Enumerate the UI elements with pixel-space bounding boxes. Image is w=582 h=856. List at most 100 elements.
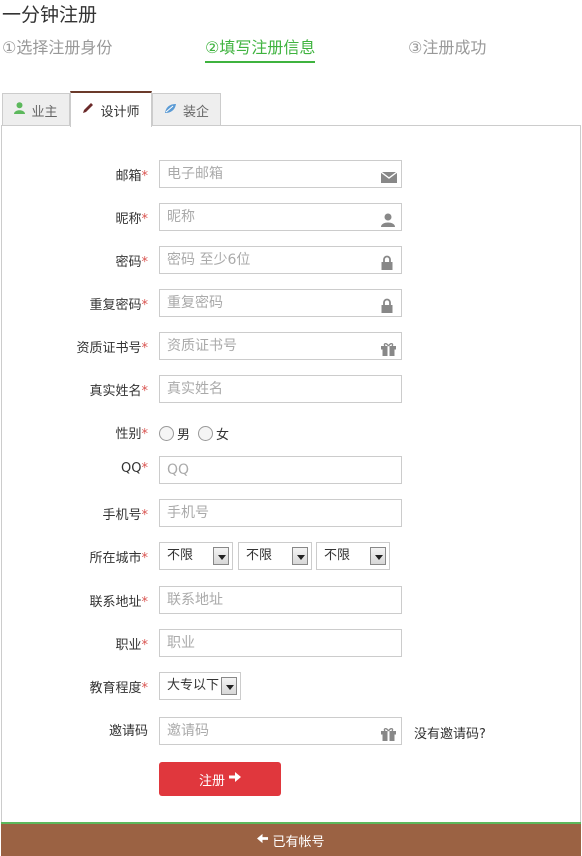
tab-company-label: 装企	[182, 104, 209, 120]
lock-icon	[381, 296, 397, 313]
password-input[interactable]: 密码 至少6位	[159, 246, 402, 274]
address-placeholder: 联系地址	[167, 592, 223, 608]
arrow-right-icon	[229, 771, 241, 787]
required-mark: *	[141, 255, 149, 270]
step-3: ③注册成功	[408, 38, 487, 57]
required-mark: *	[141, 595, 149, 610]
row-education: 教育程度* 大专以下	[2, 672, 582, 702]
nickname-input[interactable]: 昵称	[159, 203, 402, 231]
invite-placeholder: 邀请码	[167, 723, 209, 739]
chevron-down-icon	[370, 547, 386, 565]
address-label: 联系地址	[89, 595, 142, 610]
row-repeat-password: 重复密码* 重复密码	[2, 289, 582, 319]
certificate-input[interactable]: 资质证书号	[159, 332, 402, 360]
step-2-active: ②填写注册信息	[205, 34, 316, 63]
gender-male-label: 男	[177, 428, 191, 443]
register-button[interactable]: 注册	[159, 762, 281, 796]
password-placeholder: 密码 至少6位	[167, 252, 251, 268]
education-label: 教育程度	[89, 681, 142, 696]
gender-radio-group: 男 女	[159, 424, 237, 443]
email-input[interactable]: 电子邮箱	[159, 160, 402, 188]
required-mark: *	[141, 461, 149, 476]
qq-input[interactable]: QQ	[159, 456, 402, 484]
nickname-placeholder: 昵称	[167, 209, 195, 225]
page-title: 一分钟注册	[2, 4, 98, 26]
user-icon	[381, 210, 397, 227]
gender-female-label: 女	[216, 428, 230, 443]
gender-option-female[interactable]: 女	[198, 424, 229, 443]
tab-company[interactable]: 装企	[152, 93, 221, 126]
job-input[interactable]: 职业	[159, 629, 402, 657]
qq-placeholder: QQ	[167, 462, 190, 478]
province-select[interactable]: 不限	[159, 542, 233, 570]
password-label: 密码	[115, 255, 142, 270]
envelope-icon	[380, 167, 398, 183]
city-label: 所在城市	[89, 551, 142, 566]
real-name-placeholder: 真实姓名	[167, 381, 223, 397]
tab-designer[interactable]: 设计师	[70, 91, 152, 127]
tab-owner[interactable]: 业主	[2, 93, 70, 126]
tab-owner-label: 业主	[31, 104, 58, 120]
province-select-value: 不限	[167, 548, 194, 563]
qq-label: QQ	[121, 461, 142, 476]
certificate-placeholder: 资质证书号	[167, 338, 237, 354]
job-placeholder: 职业	[167, 635, 195, 651]
row-invite: 邀请码 邀请码 没有邀请码?	[2, 717, 582, 747]
phone-label: 手机号	[102, 508, 142, 523]
phone-placeholder: 手机号	[167, 505, 209, 521]
district-select-value: 不限	[324, 548, 351, 563]
gender-label: 性别	[115, 427, 142, 442]
step-1: ①选择注册身份	[2, 38, 113, 57]
no-invite-code-link[interactable]: 没有邀请码?	[414, 723, 486, 742]
gender-radio-female[interactable]	[198, 426, 214, 441]
education-select-value: 大专以下	[167, 678, 220, 693]
register-form: 邮箱* 电子邮箱 昵称* 昵称 密码* 密码 至少6位 重复密码* 重复密码 资…	[1, 125, 581, 825]
required-mark: *	[141, 212, 149, 227]
row-job: 职业* 职业	[2, 629, 582, 659]
chevron-down-icon	[221, 677, 237, 695]
nickname-label: 昵称	[115, 212, 142, 227]
required-mark: *	[141, 638, 149, 653]
row-city: 所在城市* 不限 不限 不限	[2, 542, 582, 572]
register-button-label: 注册	[198, 773, 225, 789]
row-address: 联系地址* 联系地址	[2, 586, 582, 616]
required-mark: *	[141, 508, 149, 523]
step-indicator: ①选择注册身份 ②填写注册信息 ③注册成功	[0, 34, 582, 64]
gift-icon	[381, 724, 397, 741]
repeat-password-label: 重复密码	[89, 298, 142, 313]
real-name-label: 真实姓名	[89, 384, 142, 399]
login-link-bar[interactable]: 已有帐号	[1, 822, 581, 856]
repeat-password-input[interactable]: 重复密码	[159, 289, 402, 317]
row-password: 密码* 密码 至少6位	[2, 246, 582, 276]
tab-designer-label: 设计师	[100, 104, 140, 120]
required-mark: *	[141, 427, 149, 442]
required-mark: *	[141, 384, 149, 399]
real-name-input[interactable]: 真实姓名	[159, 375, 402, 403]
required-mark: *	[141, 551, 149, 566]
certificate-label: 资质证书号	[76, 341, 142, 356]
district-select[interactable]: 不限	[316, 542, 390, 570]
row-qq: QQ* QQ	[2, 456, 582, 486]
required-mark: *	[141, 341, 149, 356]
education-select[interactable]: 大专以下	[159, 672, 241, 700]
repeat-password-placeholder: 重复密码	[167, 295, 223, 311]
chevron-down-icon	[213, 547, 229, 565]
row-real-name: 真实姓名* 真实姓名	[2, 375, 582, 405]
city-select[interactable]: 不限	[238, 542, 312, 570]
address-input[interactable]: 联系地址	[159, 586, 402, 614]
phone-input[interactable]: 手机号	[159, 499, 402, 527]
row-nickname: 昵称* 昵称	[2, 203, 582, 233]
lock-icon	[381, 253, 397, 270]
leaf-icon	[164, 103, 177, 118]
required-mark: *	[141, 298, 149, 313]
invite-code-input[interactable]: 邀请码	[159, 717, 402, 745]
login-link-label: 已有帐号	[272, 834, 325, 850]
gift-icon	[381, 339, 397, 356]
chevron-down-icon	[292, 547, 308, 565]
gender-option-male[interactable]: 男	[159, 424, 190, 443]
pencil-icon	[82, 102, 94, 118]
row-certificate: 资质证书号* 资质证书号	[2, 332, 582, 362]
gender-radio-male[interactable]	[159, 426, 174, 441]
row-gender: 性别* 男 女	[2, 418, 582, 448]
email-label: 邮箱	[115, 169, 142, 184]
